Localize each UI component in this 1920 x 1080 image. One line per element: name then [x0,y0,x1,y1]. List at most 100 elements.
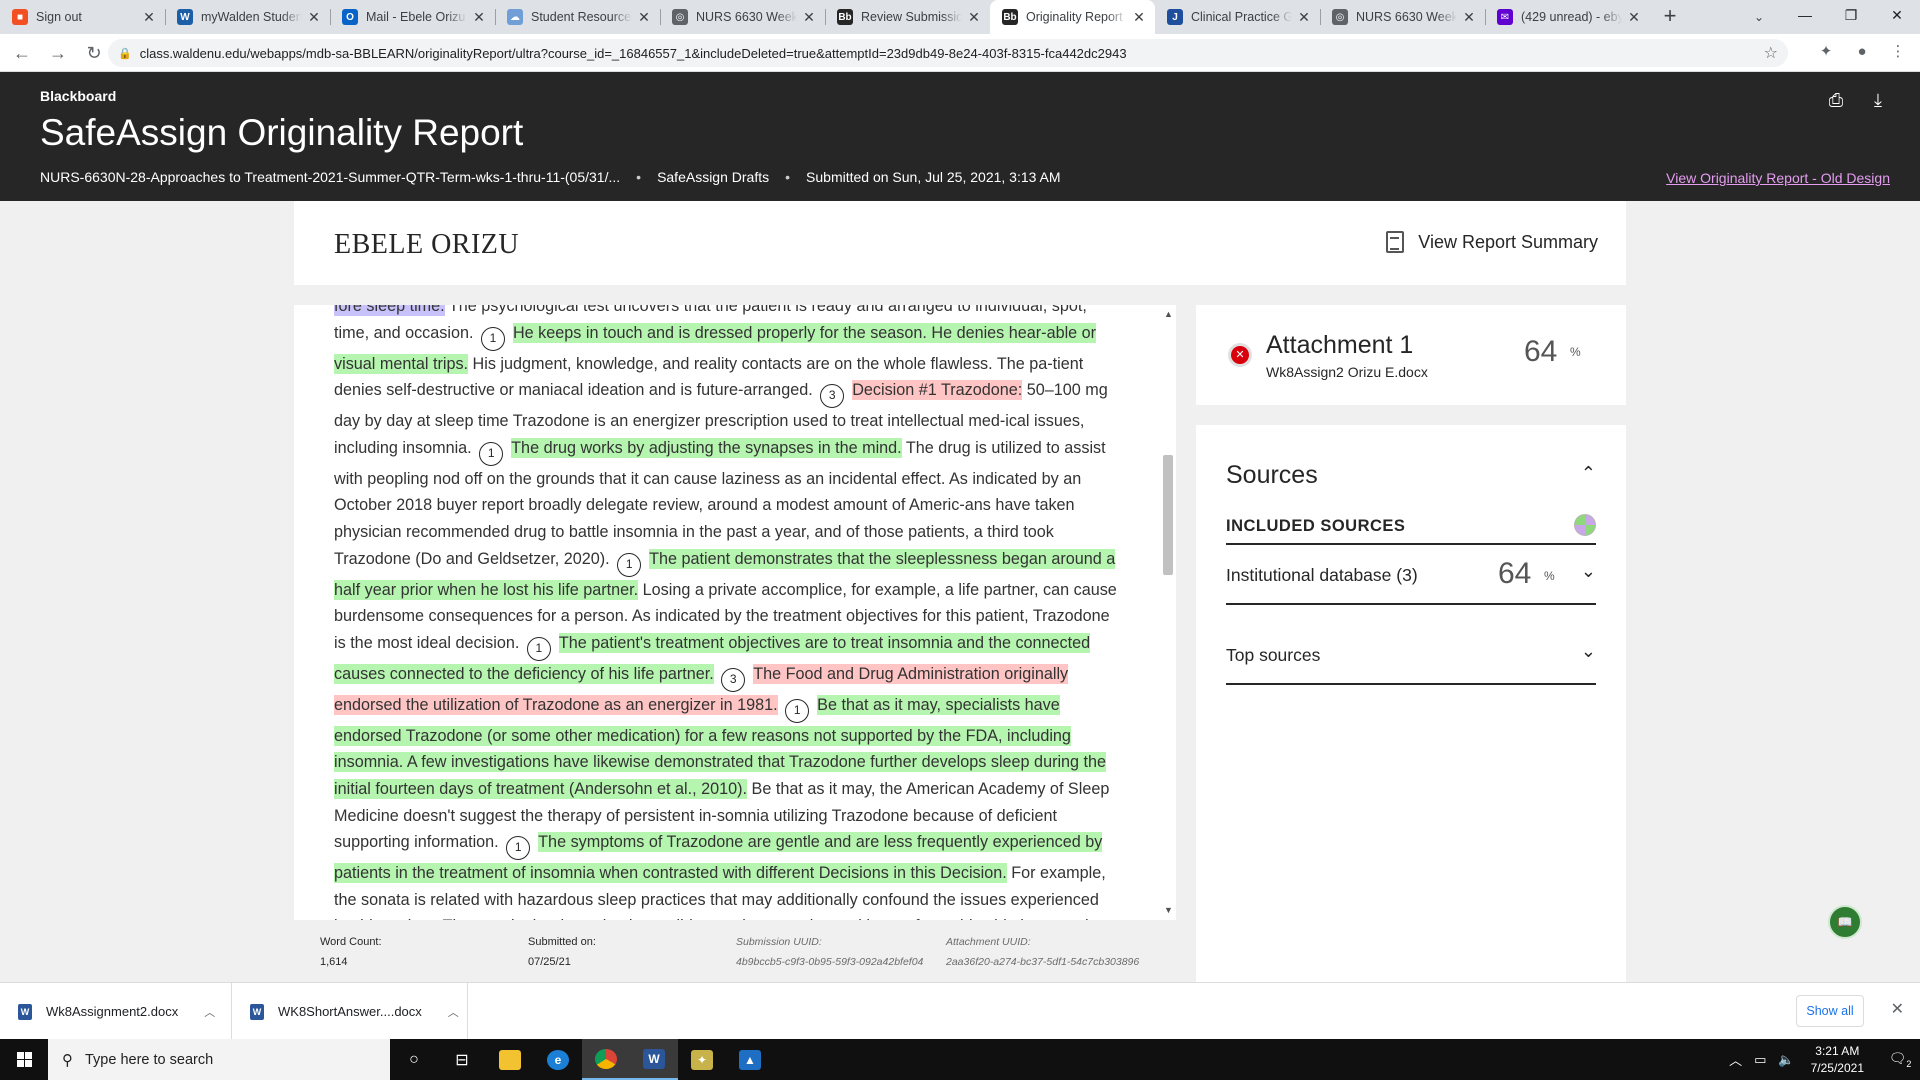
close-tab-icon[interactable]: ✕ [1296,9,1312,25]
address-bar[interactable]: 🔒 class.waldenu.edu/webapps/mdb-sa-BBLEA… [108,39,1788,67]
browser-tab[interactable]: O Mail - Ebele Orizu ✕ [330,0,495,34]
scroll-up-arrow-icon[interactable]: ▲ [1164,309,1173,319]
extensions-puzzle-icon[interactable]: ✦ [1814,40,1838,64]
url-text: class.waldenu.edu/webapps/mdb-sa-BBLEARN… [139,45,1127,61]
browser-tab[interactable]: ◎ NURS 6630 Week 8 ✕ [1320,0,1485,34]
included-sources-row: INCLUDED SOURCES [1226,509,1596,545]
chevron-down-icon[interactable]: ⌄ [1581,561,1596,582]
submitted-on: Submitted on: 07/25/21 [528,936,596,968]
percent-symbol: % [1570,345,1581,359]
search-icon: ⚲ [62,1051,73,1069]
globe-icon: ◎ [1332,9,1348,25]
student-name: EBELE ORIZU [334,229,520,260]
bookmark-star-icon[interactable]: ☆ [1764,43,1778,63]
source-marker[interactable]: 1 [479,441,504,466]
source-marker[interactable]: 1 [526,636,551,661]
close-tab-icon[interactable]: ✕ [801,9,817,25]
windows-start-button[interactable] [0,1039,48,1080]
volume-icon[interactable]: 🔈 [1778,1052,1794,1068]
old-design-link[interactable]: View Originality Report - Old Design [1666,170,1890,186]
close-icon[interactable]: ✕ [1891,999,1904,1019]
scroll-thumb[interactable] [1163,455,1173,575]
close-tab-icon[interactable]: ✕ [966,9,982,25]
show-all-downloads-button[interactable]: Show all [1796,995,1864,1027]
chevron-down-icon[interactable]: ⌄ [1581,641,1596,662]
close-tab-icon[interactable]: ✕ [1626,9,1642,25]
minimize-icon[interactable]: — [1782,0,1828,30]
word-app-icon[interactable]: W [630,1039,678,1080]
taskbar-clock[interactable]: 3:21 AM 7/25/2021 [1811,1043,1864,1077]
close-tab-icon[interactable]: ✕ [1131,9,1147,25]
view-report-summary-button[interactable]: View Report Summary [1386,231,1598,253]
institutional-database-row[interactable]: Institutional database (3) 64 % ⌄ [1226,545,1596,605]
browser-menu-icon[interactable]: ⋮ [1886,40,1910,64]
scroll-down-arrow-icon[interactable]: ▼ [1164,905,1173,915]
browser-toolbar: ← → ↻ 🔒 class.waldenu.edu/webapps/mdb-sa… [0,34,1920,72]
close-tab-icon[interactable]: ✕ [141,9,157,25]
tab-search-icon[interactable]: ⌄ [1748,6,1770,28]
source-marker[interactable]: 1 [480,326,505,351]
forward-arrow-icon[interactable]: → [44,39,72,67]
attachment-card[interactable]: Attachment 1 Wk8Assign2 Orizu E.docx 64 … [1196,305,1626,405]
chevron-up-icon[interactable]: ︿ [204,1004,215,1020]
browser-tab[interactable]: ■ Sign out ✕ [0,0,165,34]
top-sources-row[interactable]: Top sources ⌄ [1226,625,1596,685]
download-item[interactable]: W Wk8Assignment2.docx ︿ [0,983,232,1040]
document-scrollbar[interactable]: ▲ ▼ [1160,305,1176,920]
document-text-segment [714,665,719,683]
source-marker[interactable]: 1 [617,552,642,577]
taskbar-search-box[interactable]: ⚲ Type here to search [48,1039,390,1080]
file-explorer-icon[interactable] [486,1039,534,1080]
toolbar-actions: ✦ ● ⋮ [1814,40,1910,64]
chevron-up-icon[interactable]: ︿ [448,1004,459,1020]
sources-panel: Sources ⌃ INCLUDED SOURCES Institutional… [1196,425,1626,982]
download-icon[interactable]: ⤓ [1866,88,1890,112]
source-marker[interactable]: 1 [785,698,810,723]
word-document-icon: W [250,1003,264,1020]
cortana-icon[interactable]: ○ [390,1039,438,1080]
attachment-title: Attachment 1 [1266,331,1414,359]
source-marker[interactable]: 3 [721,667,746,692]
profile-avatar-icon[interactable]: ● [1850,40,1874,64]
reload-icon[interactable]: ↻ [80,39,108,67]
chevron-up-icon[interactable]: ︿ [1729,1050,1742,1069]
chevron-up-icon[interactable]: ⌃ [1581,463,1596,484]
browser-tab[interactable]: Bb Review Submission ✕ [825,0,990,34]
app-icon[interactable]: ✦ [678,1039,726,1080]
network-icon[interactable]: ▭ [1754,1052,1766,1068]
new-tab-button[interactable]: + [1656,3,1684,31]
attachment-filename: Wk8Assign2 Orizu E.docx [1266,364,1428,380]
feedback-book-icon[interactable]: 📖 [1828,905,1862,939]
chrome-icon[interactable] [582,1039,630,1080]
attachment-match-percent: 64 [1524,335,1558,368]
source-marker[interactable]: 3 [820,384,845,409]
source-marker[interactable]: 1 [506,836,531,861]
close-tab-icon[interactable]: ✕ [636,9,652,25]
windows-taskbar: ⚲ Type here to search ○ ⊟ e W ✦ ▲ ︿ ▭ 🔈 … [0,1039,1920,1080]
browser-tab[interactable]: WmyWalden Student ✕ [165,0,330,34]
journal-icon: J [1167,9,1183,25]
print-icon[interactable]: ⎙ [1824,88,1848,112]
photos-app-icon[interactable]: ▲ [726,1039,774,1080]
browser-tab[interactable]: ✉ (429 unread) - eby ✕ [1485,0,1650,34]
browser-tab[interactable]: ◎ NURS 6630 Week 8 ✕ [660,0,825,34]
download-item[interactable]: W WK8ShortAnswer....docx ︿ [232,983,468,1040]
close-tab-icon[interactable]: ✕ [1461,9,1477,25]
matched-text[interactable]: Decision #1 Trazodone: [852,380,1023,401]
matched-text[interactable]: The drug works by adjusting the synapses… [511,437,902,458]
browser-tab[interactable]: ☁ Student Resources ✕ [495,0,660,34]
outlook-icon: O [342,9,358,25]
restore-icon[interactable]: ❐ [1828,0,1874,30]
browser-tab[interactable]: J Clinical Practice Gu ✕ [1155,0,1320,34]
matched-text[interactable]: fore sleep time. [334,305,445,316]
notifications-icon[interactable]: 🗨2 [1880,1050,1920,1069]
close-tab-icon[interactable]: ✕ [471,9,487,25]
back-arrow-icon[interactable]: ← [8,39,36,67]
task-view-icon[interactable]: ⊟ [438,1039,486,1080]
document-viewer[interactable]: fore sleep time. The psychological test … [294,305,1176,920]
close-tab-icon[interactable]: ✕ [306,9,322,25]
edge-icon[interactable]: e [534,1039,582,1080]
close-window-icon[interactable]: ✕ [1874,0,1920,30]
report-header: Blackboard SafeAssign Originality Report… [0,72,1920,201]
browser-tab[interactable]: Bb Originality Report ✕ [990,0,1155,34]
